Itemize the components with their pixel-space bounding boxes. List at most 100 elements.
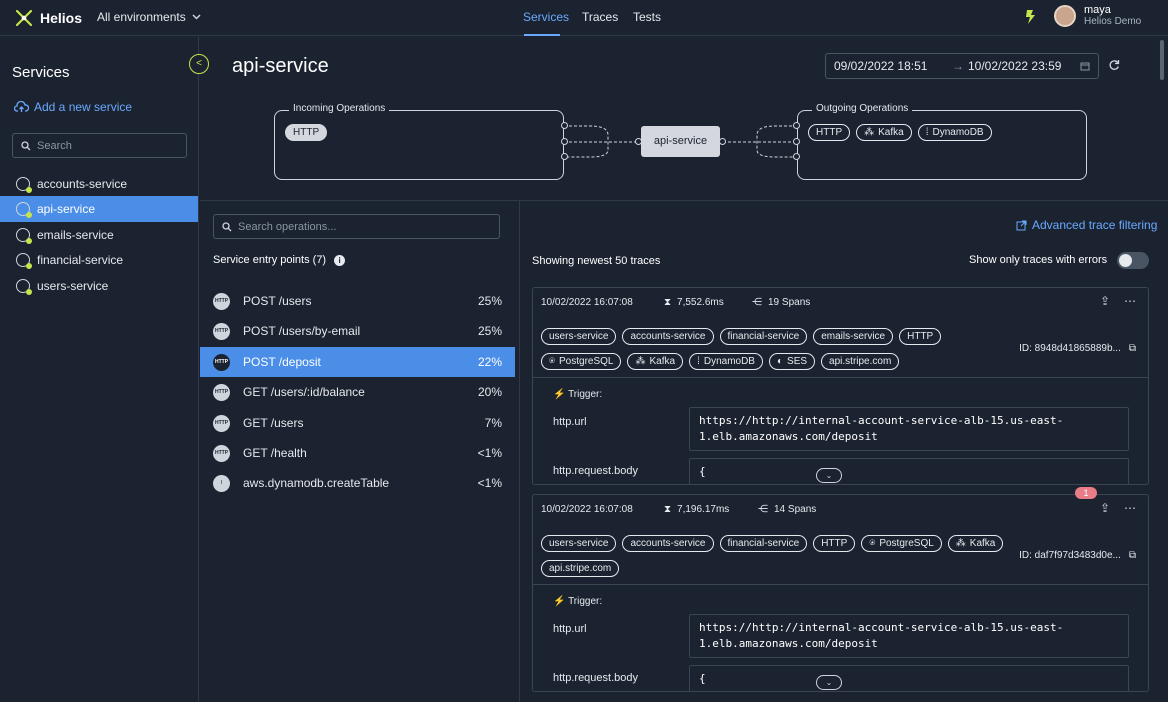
tag-chip[interactable]: api.stripe.com <box>821 353 900 370</box>
tag-chip-kafka[interactable]: ⁂ Kafka <box>947 535 1004 552</box>
outgoing-chip-kafka[interactable]: ⁂ Kafka <box>856 124 912 141</box>
sidebar-item-label: users-service <box>37 279 109 293</box>
share-icon[interactable]: ⇪ <box>1100 294 1110 308</box>
tag-chip[interactable]: accounts-service <box>622 328 714 345</box>
operation-label: GET /users/:id/balance <box>243 385 365 399</box>
traces-count-label: Showing newest 50 traces <box>532 255 661 267</box>
tag-chip[interactable]: users-service <box>541 328 617 345</box>
dynamodb-icon: ⁞ <box>213 474 230 492</box>
more-icon[interactable]: ⋯ <box>1124 294 1136 308</box>
share-icon[interactable]: ⇪ <box>1100 501 1110 515</box>
notifications-icon[interactable] <box>1024 9 1038 25</box>
service-icon <box>16 177 32 193</box>
tag-chip-kafka[interactable]: ⁂ Kafka <box>627 353 684 370</box>
topology-center-node[interactable]: api-service <box>641 126 720 157</box>
dynamodb-icon: ⁞ <box>925 127 929 138</box>
operation-row[interactable]: HTTP GET /users 7% <box>200 408 515 438</box>
tag-chip[interactable]: emails-service <box>813 328 894 345</box>
tag-chip[interactable]: financial-service <box>719 535 808 552</box>
operation-row[interactable]: HTTP POST /users 25% <box>200 286 515 316</box>
outgoing-chip-dynamodb[interactable]: ⁞ DynamoDB <box>917 124 992 141</box>
connector-dot <box>561 153 568 160</box>
outgoing-operations-title: Outgoing Operations <box>812 103 913 114</box>
operation-label: GET /users <box>243 416 304 430</box>
operations-search-input[interactable]: Search operations... <box>213 214 500 239</box>
sidebar-item-users-service[interactable]: users-service <box>0 273 198 299</box>
sidebar-item-emails-service[interactable]: emails-service <box>0 222 198 248</box>
helios-logo[interactable]: Helios <box>14 8 82 28</box>
sidebar-item-label: api-service <box>37 202 96 216</box>
advanced-trace-filtering-link[interactable]: Advanced trace filtering <box>1016 218 1157 232</box>
chip-label: Kafka <box>969 538 996 549</box>
operation-row[interactable]: HTTP POST /users/by-email 25% <box>200 316 515 346</box>
tab-services[interactable]: Services <box>523 10 569 24</box>
date-to: 10/02/2022 23:59 <box>968 59 1062 73</box>
trace-card[interactable]: 10/02/2022 16:07:08 ⧗ 7,552.6ms ⋲ 19 Spans… <box>532 287 1149 485</box>
service-icon <box>16 202 32 218</box>
date-range-picker[interactable]: 09/02/2022 18:51 → 10/02/2022 23:59 <box>825 53 1099 79</box>
tab-traces[interactable]: Traces <box>582 10 618 24</box>
spans-value: 19 Spans <box>768 297 811 308</box>
tag-chip[interactable]: HTTP <box>899 328 942 345</box>
trigger-text: Trigger: <box>568 389 603 400</box>
divider <box>519 201 520 702</box>
avatar <box>1054 5 1076 27</box>
service-icon <box>16 253 32 269</box>
connector-dot <box>793 122 800 129</box>
add-service-link[interactable]: Add a new service <box>14 100 132 114</box>
url-key: http.url <box>553 623 587 635</box>
expand-trace-button[interactable]: ⌄ <box>816 675 842 690</box>
info-icon[interactable]: i <box>334 254 346 266</box>
sidebar-title: Services <box>12 64 70 81</box>
incoming-chip-http[interactable]: HTTP <box>285 124 328 141</box>
lightning-icon: ⚡ <box>553 596 566 607</box>
copy-icon[interactable]: ⧉ <box>1129 343 1136 354</box>
http-icon: HTTP <box>213 414 230 432</box>
expand-trace-button[interactable]: ⌄ <box>816 468 842 483</box>
outgoing-chip-http[interactable]: HTTP <box>808 124 851 141</box>
trace-timestamp: 10/02/2022 16:07:08 <box>541 297 633 308</box>
http-icon: HTTP <box>213 353 230 371</box>
trace-duration: ⧗ 7,552.6ms <box>664 297 724 308</box>
page-scrollbar[interactable] <box>1160 40 1164 80</box>
operation-row[interactable]: HTTP POST /deposit 22% <box>200 347 515 377</box>
tag-chip[interactable]: financial-service <box>719 328 808 345</box>
search-placeholder: Search operations... <box>238 220 337 233</box>
more-icon[interactable]: ⋯ <box>1124 501 1136 515</box>
tag-chip-ses[interactable]: ◐ SES <box>768 353 816 370</box>
user-menu[interactable]: maya Helios Demo <box>1054 4 1141 28</box>
trace-spans: ⋲ 14 Spans <box>758 504 816 515</box>
sidebar-item-financial-service[interactable]: financial-service <box>0 247 198 273</box>
sidebar-item-accounts-service[interactable]: accounts-service <box>0 171 198 197</box>
tag-chip[interactable]: accounts-service <box>622 535 714 552</box>
operation-row[interactable]: HTTP GET /users/:id/balance 20% <box>200 377 515 407</box>
trace-tags: users-service accounts-service financial… <box>541 535 1011 577</box>
tag-chip-postgresql[interactable]: ⍟ PostgreSQL <box>861 535 942 552</box>
environment-selector[interactable]: All environments <box>97 10 201 24</box>
trace-card[interactable]: 10/02/2022 16:07:08 ⧗ 7,196.17ms ⋲ 14 Span… <box>532 494 1149 692</box>
sidebar-item-api-service[interactable]: api-service <box>0 196 198 222</box>
tag-chip[interactable]: users-service <box>541 535 617 552</box>
user-org: Helios Demo <box>1084 16 1142 27</box>
operation-label: aws.dynamodb.createTable <box>243 476 390 490</box>
service-search-input[interactable]: Search <box>12 133 187 158</box>
operation-label: POST /users <box>243 294 312 308</box>
collapse-sidebar-button[interactable]: < <box>189 54 209 74</box>
trace-spans: ⋲ 19 Spans <box>752 297 810 308</box>
operation-row[interactable]: ⁞ aws.dynamodb.createTable <1% <box>200 468 515 498</box>
dynamodb-icon: ⁞ <box>697 356 700 367</box>
refresh-icon[interactable] <box>1108 59 1120 71</box>
tag-chip-postgresql[interactable]: ⍟ PostgreSQL <box>541 353 622 370</box>
chip-label: DynamoDB <box>703 356 755 367</box>
service-icon <box>16 279 32 295</box>
tag-chip-dynamodb[interactable]: ⁞ DynamoDB <box>689 353 763 370</box>
share-nodes-icon: ⋲ <box>752 297 762 308</box>
tag-chip[interactable]: HTTP <box>813 535 856 552</box>
tab-tests[interactable]: Tests <box>633 10 661 24</box>
operation-row[interactable]: HTTP GET /health <1% <box>200 438 515 468</box>
errors-only-toggle[interactable] <box>1117 252 1149 269</box>
http-icon: HTTP <box>213 444 230 462</box>
trace-id: ID: 8948d41865889b... ⧉ <box>1019 343 1136 354</box>
tag-chip[interactable]: api.stripe.com <box>541 560 620 577</box>
copy-icon[interactable]: ⧉ <box>1129 550 1136 561</box>
